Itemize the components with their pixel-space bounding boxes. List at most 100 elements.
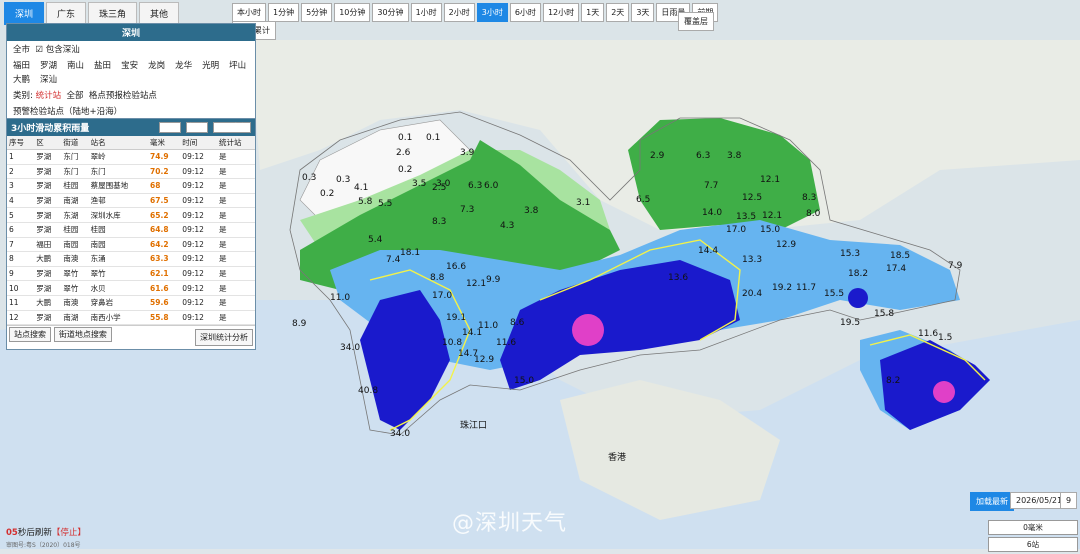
rainfall-value-label: 1.5 [938,333,952,343]
rainfall-value-label: 13.3 [742,255,762,265]
district-link[interactable]: 罗湖 [40,59,57,71]
table-cell: 大鹏 [34,251,62,267]
rainfall-value-label: 3.8 [524,206,539,216]
col-header: 统计站 [217,136,255,150]
time-btn[interactable]: 3天 [631,3,655,22]
time-btn[interactable]: 12小时 [542,3,580,22]
time-btn[interactable]: 5分钟 [301,3,333,22]
category-all[interactable]: 全部 [67,91,84,101]
ranking-title: 3小时滑动累积雨量 [11,124,90,134]
table-row[interactable]: 5 罗湖 东湖 深圳水库 65.2 09:12 是 [7,207,255,223]
rainfall-value-label: 34.0 [340,343,360,353]
rainfall-value-label: 20.4 [742,289,762,299]
category-grid[interactable]: 格点预报检验站点 [89,91,157,101]
rainfall-value-label: 2.6 [396,148,411,158]
rainfall-value-label: 4.3 [500,221,514,231]
district-link[interactable]: 南山 [67,59,84,71]
show-select[interactable]: 显示全部 [213,122,251,133]
table-row[interactable]: 12 罗湖 南湖 南西小学 55.8 09:12 是 [7,310,255,326]
table-row[interactable]: 6 罗湖 桂园 桂园 64.8 09:12 是 [7,222,255,238]
time-btn[interactable]: 1天 [581,3,605,22]
station-search-button[interactable]: 站点搜索 [9,327,51,343]
load-latest-button[interactable]: 加载最新 [970,492,1014,511]
rainfall-value-label: 12.1 [760,175,780,185]
cover-layer-button[interactable]: 覆盖层 [678,12,714,31]
table-row[interactable]: 3 罗湖 桂园 蔡屋围基地 68 09:12 是 [7,178,255,194]
table-cell: 南湖 [61,193,89,209]
table-cell: 61.6 [148,280,181,296]
table-row[interactable]: 10 罗湖 翠竹 水贝 61.6 09:12 是 [7,280,255,296]
category-row: 类别: 统计站 全部 格点预报检验站点 [7,87,255,103]
district-list: 福田 罗湖 南山 盐田 宝安 龙岗 龙华 光明 坪山 大鹏 深汕 [7,57,255,87]
tab-prd[interactable]: 珠三角 [88,2,138,25]
table-cell: 55.8 [148,310,181,326]
table-row[interactable]: 9 罗湖 翠竹 翠竹 62.1 09:12 是 [7,266,255,282]
tab-other[interactable]: 其他 [139,2,180,25]
time-btn[interactable]: 2小时 [443,3,475,22]
district-select[interactable]: 分区 [158,122,181,133]
rainfall-value-label: 19.2 [772,283,792,293]
district-link[interactable]: 龙岗 [148,59,165,71]
district-link[interactable]: 宝安 [121,59,138,71]
col-header: 时间 [180,136,217,150]
rainfall-value-label: 5.4 [368,235,383,245]
rainfall-value-label: 17.0 [432,291,452,301]
category-warn[interactable]: 预警检验站点（陆地+沿海） [13,107,122,117]
time-btn[interactable]: 1分钟 [268,3,300,22]
rainfall-value-label: 6.0 [484,181,499,191]
table-row[interactable]: 1 罗湖 东门 翠岭 74.9 09:12 是 [7,149,255,165]
district-link[interactable]: 盐田 [94,59,111,71]
district-link[interactable]: 深汕 [40,73,57,85]
rainfall-value-label: 6.5 [636,195,650,205]
time-btn[interactable]: 10分钟 [334,3,371,22]
tab-shenzhen[interactable]: 深圳 [4,2,45,25]
district-link[interactable]: 光明 [202,59,219,71]
include-shenshan-checkbox[interactable]: ☑ [35,45,43,55]
rainfall-value-label: 0.3 [302,173,316,183]
table-row[interactable]: 2 罗湖 东门 东门 70.2 09:12 是 [7,164,255,180]
table-cell: 09:12 [180,280,217,296]
table-row[interactable]: 7 福田 南园 南园 64.2 09:12 是 [7,237,255,253]
time-btn[interactable]: 30分钟 [372,3,409,22]
table-cell: 罗湖 [34,266,62,282]
time-btn[interactable]: 1小时 [410,3,442,22]
rainfall-value-label: 16.6 [446,262,466,272]
refresh-status: 05秒后刷新【停止】 [6,526,86,538]
table-cell: 翠竹 [61,280,89,296]
refresh-seconds: 05 [6,528,18,538]
stats-analysis-button[interactable]: 深圳统计分析 [195,329,253,347]
stop-refresh-link[interactable]: 【停止】 [52,528,86,538]
order-select[interactable]: 倒序 [185,122,208,133]
table-cell: 是 [217,164,255,180]
district-link[interactable]: 坪山 [229,59,246,71]
district-link[interactable]: 福田 [13,59,30,71]
hour-select[interactable]: 9 [1060,492,1078,509]
col-header: 毫米 [148,136,181,150]
time-btn[interactable]: 6小时 [509,3,541,22]
rainfall-value-label: 12.9 [776,240,796,250]
table-cell: 是 [217,178,255,194]
time-btn[interactable]: 2天 [606,3,630,22]
table-row[interactable]: 11 大鹏 南澳 穿鼻岩 59.6 09:12 是 [7,295,255,311]
rainfall-value-label: 0.2 [398,165,412,175]
time-btn-active[interactable]: 3小时 [476,3,508,22]
col-header: 序号 [7,136,35,150]
table-cell: 罗湖 [34,280,62,296]
table-cell: 74.9 [148,149,181,165]
watermark: @深圳天气 [452,511,568,536]
category-stat[interactable]: 统计站 [36,91,62,101]
table-row[interactable]: 8 大鹏 南澳 东涌 63.3 09:12 是 [7,251,255,267]
rainfall-value-label: 17.0 [726,225,746,235]
street-search-button[interactable]: 街道地点搜索 [53,327,112,343]
table-cell: 翠竹 [88,266,149,282]
rainfall-value-label: 15.5 [824,289,844,299]
table-row[interactable]: 4 罗湖 南湖 渔邨 67.5 09:12 是 [7,193,255,209]
district-link[interactable]: 龙华 [175,59,192,71]
district-link[interactable]: 大鹏 [13,73,30,85]
rainfall-value-label: 18.1 [400,248,420,258]
whole-city-link[interactable]: 全市 [13,45,30,55]
table-cell: 09:12 [180,237,217,253]
copyright: 审图号:粤S（2020）018号 [6,542,81,549]
time-btn[interactable]: 本小时 [232,3,266,22]
tab-guangdong[interactable]: 广东 [46,2,87,25]
